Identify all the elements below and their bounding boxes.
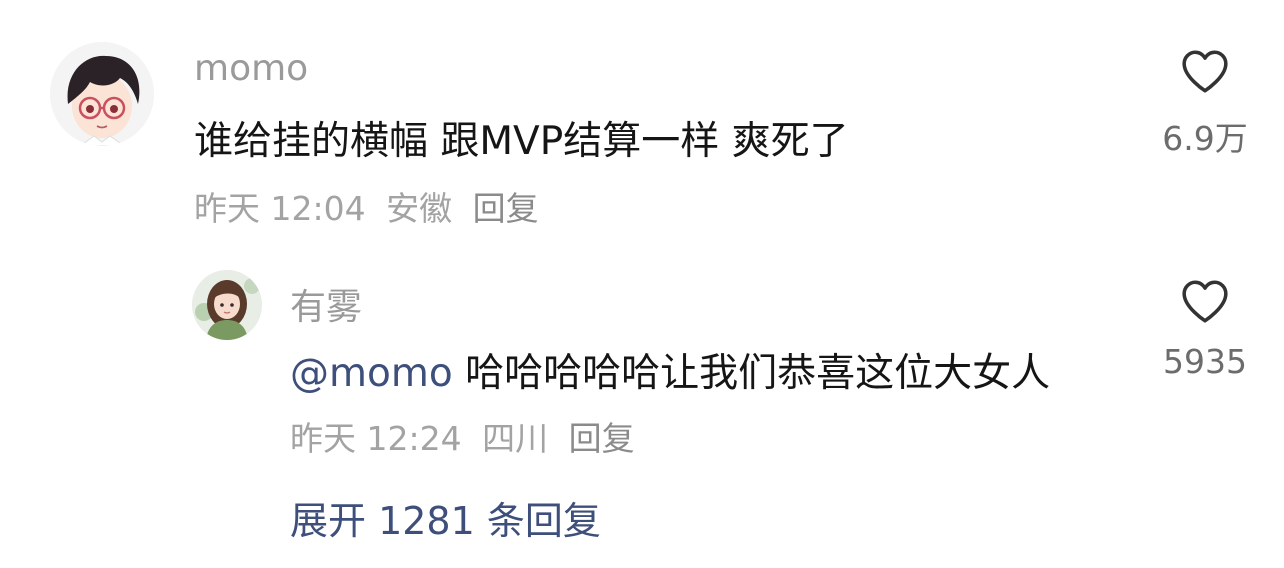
heart-outline-icon (1182, 50, 1228, 93)
avatar[interactable] (50, 42, 154, 146)
reply-location: 四川 (482, 419, 549, 458)
reply-username[interactable]: 有雾 (290, 278, 362, 330)
like-count: 6.9万 (1162, 119, 1248, 158)
reply-button[interactable]: 回复 (569, 419, 635, 458)
reply-text-body: 哈哈哈哈哈让我们恭喜这位大女人 (465, 351, 1051, 396)
comment-item: momo 谁给挂的横幅 跟MVP结算一样 爽死了 昨天 12:04 安徽 回复 … (0, 0, 1284, 240)
reply-item: 有雾 @momo 哈哈哈哈哈让我们恭喜这位大女人 昨天 12:24 四川 回复 … (0, 250, 1284, 470)
like-button[interactable]: 5935 (1150, 278, 1260, 381)
comment-location: 安徽 (386, 189, 453, 228)
comment-time: 昨天 12:04 (194, 189, 366, 228)
like-button[interactable]: 6.9万 (1150, 48, 1260, 160)
reply-meta: 昨天 12:24 四川 回复 (290, 412, 645, 460)
avatar[interactable] (192, 270, 262, 340)
expand-replies-button[interactable]: 展开 1281 条回复 (290, 490, 601, 545)
heart-outline-icon (1182, 280, 1228, 323)
like-count: 5935 (1163, 342, 1247, 381)
comment-text: 谁给挂的横幅 跟MVP结算一样 爽死了 (194, 119, 849, 164)
reply-button[interactable]: 回复 (473, 189, 539, 228)
reply-text: @momo 哈哈哈哈哈让我们恭喜这位大女人 (290, 342, 1050, 398)
comment-meta: 昨天 12:04 安徽 回复 (194, 182, 549, 230)
reply-time: 昨天 12:24 (290, 419, 462, 458)
comment-username[interactable]: momo (194, 48, 308, 89)
mention-link[interactable]: @momo (290, 351, 453, 396)
